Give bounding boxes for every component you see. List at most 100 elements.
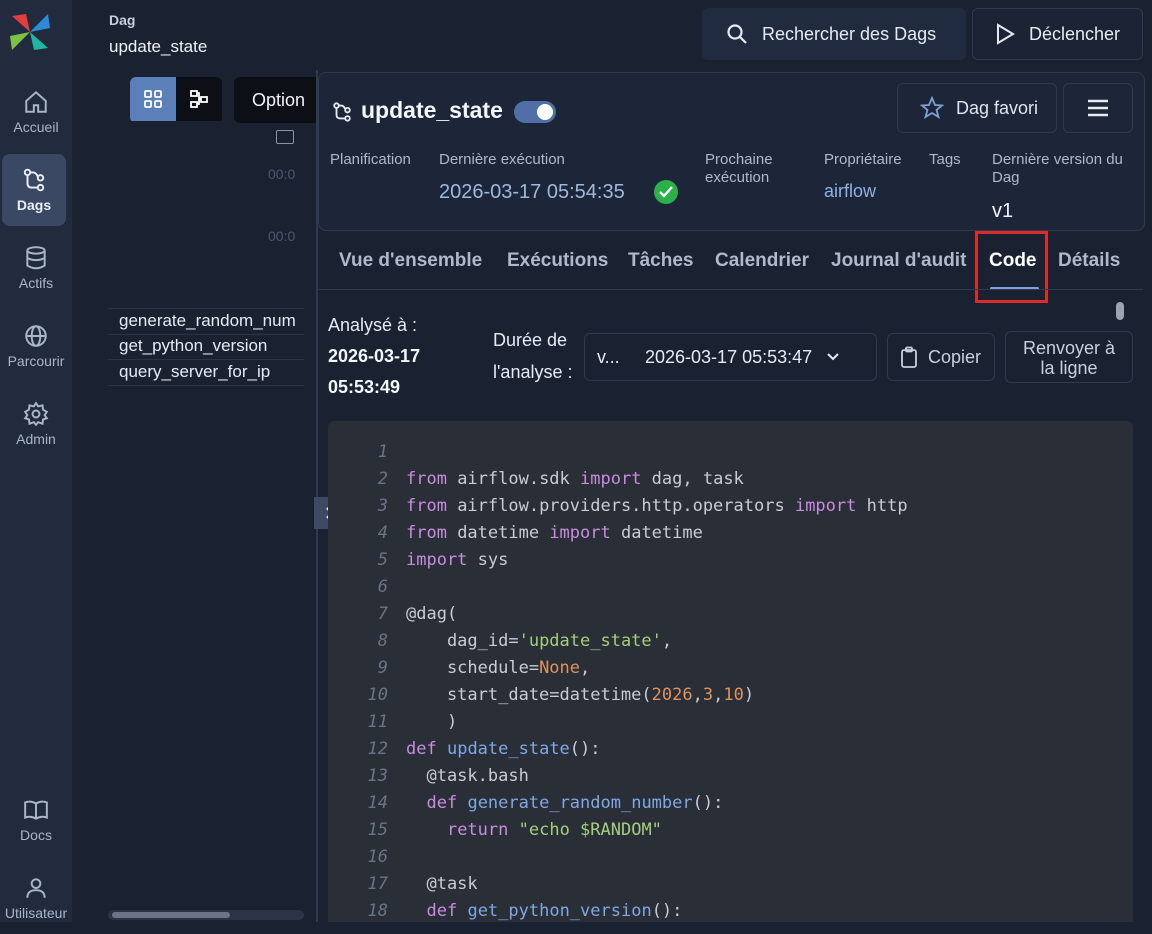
code-text: def generate_random_number(): [426, 793, 724, 813]
search-dags-label: Rechercher des Dags [762, 23, 937, 44]
airflow-logo[interactable] [8, 10, 52, 54]
code-text: dag_id='update_state', [406, 631, 673, 651]
wrap-lines-button[interactable]: Renvoyer à la ligne [1005, 331, 1133, 383]
nav-item-actifs[interactable]: Actifs [0, 232, 72, 304]
code-editor[interactable]: 1 2 from airflow.sdk import dag, task 3 from… [328, 421, 1133, 922]
wrap-label-2: la ligne [1040, 358, 1098, 378]
star-icon [920, 96, 944, 119]
parsed-at-label: Analysé à : [328, 315, 418, 335]
owner-value[interactable]: airflow [824, 181, 876, 202]
code-text: @dag( [406, 604, 458, 624]
grid-view-button[interactable] [130, 77, 176, 121]
version-select[interactable]: v... 2026-03-17 05:53:47 [584, 333, 877, 381]
nav-label: Docs [20, 827, 52, 843]
nav-label: Parcourir [7, 353, 65, 369]
latest-version-label: Dernière version du Dag [992, 151, 1123, 186]
line-number: 4 [377, 523, 388, 543]
line-number: 12 [367, 739, 388, 759]
last-run-value[interactable]: 2026-03-17 05:54:35 [439, 181, 625, 204]
planification-label: Planification [330, 151, 411, 168]
code-text: from airflow.sdk import dag, task [406, 469, 744, 489]
owner-label: Propriétaire [824, 151, 902, 168]
breadcrumb-dag-name[interactable]: update_state [109, 37, 207, 57]
line-number: 8 [377, 631, 388, 651]
tags-label: Tags [929, 151, 961, 168]
hamburger-menu-icon [1088, 99, 1108, 117]
clipboard-icon [901, 346, 917, 368]
tab-tasks[interactable]: Tâches [628, 250, 693, 272]
tab-overview[interactable]: Vue d'ensemble [339, 250, 482, 272]
play-icon [997, 23, 1015, 45]
tab-audit-log[interactable]: Journal d'audit [831, 250, 966, 272]
code-text: def get_python_version(): [426, 901, 683, 921]
trigger-button[interactable]: Déclencher [972, 8, 1143, 60]
line-number: 15 [367, 820, 388, 840]
task-name[interactable]: generate_random_num [119, 311, 305, 331]
nav-item-accueil[interactable]: Accueil [0, 76, 72, 148]
line-number: 18 [367, 901, 388, 921]
book-icon [24, 800, 48, 820]
code-text: from datetime import datetime [406, 523, 703, 543]
favorite-dag-button[interactable]: Dag favori [897, 83, 1057, 133]
parse-duration-label-2: l'analyse : [493, 362, 573, 382]
menu-button[interactable] [1063, 83, 1133, 133]
vertical-scrollbar-thumb[interactable] [1116, 302, 1124, 320]
tab-calendar[interactable]: Calendrier [715, 250, 809, 272]
tab-runs[interactable]: Exécutions [507, 250, 608, 272]
nav-item-parcourir[interactable]: Parcourir [0, 310, 72, 382]
code-text: @task [406, 874, 478, 894]
time-label: 00:0 [268, 228, 296, 244]
line-number: 16 [367, 847, 388, 867]
copy-button[interactable]: Copier [887, 333, 995, 381]
next-run-label: Prochaine exécution [705, 151, 773, 186]
chevron-down-icon [827, 353, 839, 361]
line-number: 10 [367, 685, 388, 705]
graph-icon [190, 90, 208, 108]
nav-label: Dags [16, 197, 52, 213]
nav-item-admin[interactable]: Admin [0, 388, 72, 460]
globe-icon [25, 325, 47, 347]
trigger-label: Déclencher [1029, 23, 1121, 44]
line-number: 3 [377, 496, 388, 516]
favorite-dag-label: Dag favori [956, 97, 1039, 118]
line-number: 11 [367, 712, 388, 732]
nav-item-utilisateur[interactable]: Utilisateur [0, 862, 72, 934]
task-name[interactable]: get_python_version [119, 336, 305, 356]
line-number: 7 [377, 604, 388, 624]
wrap-label: Renvoyer à [1022, 338, 1116, 358]
nav-label: Utilisateur [4, 905, 68, 921]
dag-side-pane: Dag update_state Option 00:0 00:0 genera… [72, 0, 316, 922]
breadcrumb-label: Dag [109, 12, 136, 28]
left-nav: Accueil Dags Actifs Parcourir Admin Docs… [0, 0, 73, 922]
code-text: return "echo $RANDOM" [446, 820, 662, 840]
grid-icon [144, 90, 162, 108]
code-text: from airflow.providers.http.operators im… [406, 496, 908, 516]
search-dags-button[interactable]: Rechercher des Dags [702, 8, 966, 60]
dag-header-card: update_state Dag favori Planification De… [318, 72, 1145, 231]
line-number: 5 [377, 550, 388, 570]
copy-label: Copier [928, 346, 982, 367]
options-button[interactable]: Option [234, 77, 316, 123]
parsed-at-time: 05:53:49 [328, 377, 401, 397]
graph-view-button[interactable] [176, 77, 222, 121]
gear-icon [23, 401, 49, 427]
success-icon [654, 180, 678, 204]
dag-pause-toggle[interactable] [514, 101, 556, 123]
dag-title: update_state [361, 97, 503, 123]
line-number: 13 [367, 766, 388, 786]
parse-duration-label: Durée de [493, 330, 568, 350]
view-toggle [130, 77, 222, 123]
tab-details[interactable]: Détails [1058, 250, 1120, 272]
database-icon [26, 246, 46, 270]
line-number: 14 [367, 793, 388, 813]
keyboard-icon[interactable] [276, 130, 294, 144]
nav-label: Admin [16, 431, 56, 447]
nav-label: Actifs [18, 275, 54, 291]
nav-item-dags[interactable]: Dags [2, 154, 66, 226]
code-text: def update_state(): [406, 739, 601, 759]
dags-icon [23, 168, 45, 192]
horizontal-scrollbar[interactable] [108, 910, 304, 920]
nav-item-docs[interactable]: Docs [0, 784, 72, 856]
task-name[interactable]: query_server_for_ip [119, 362, 305, 382]
time-label: 00:0 [268, 166, 296, 182]
